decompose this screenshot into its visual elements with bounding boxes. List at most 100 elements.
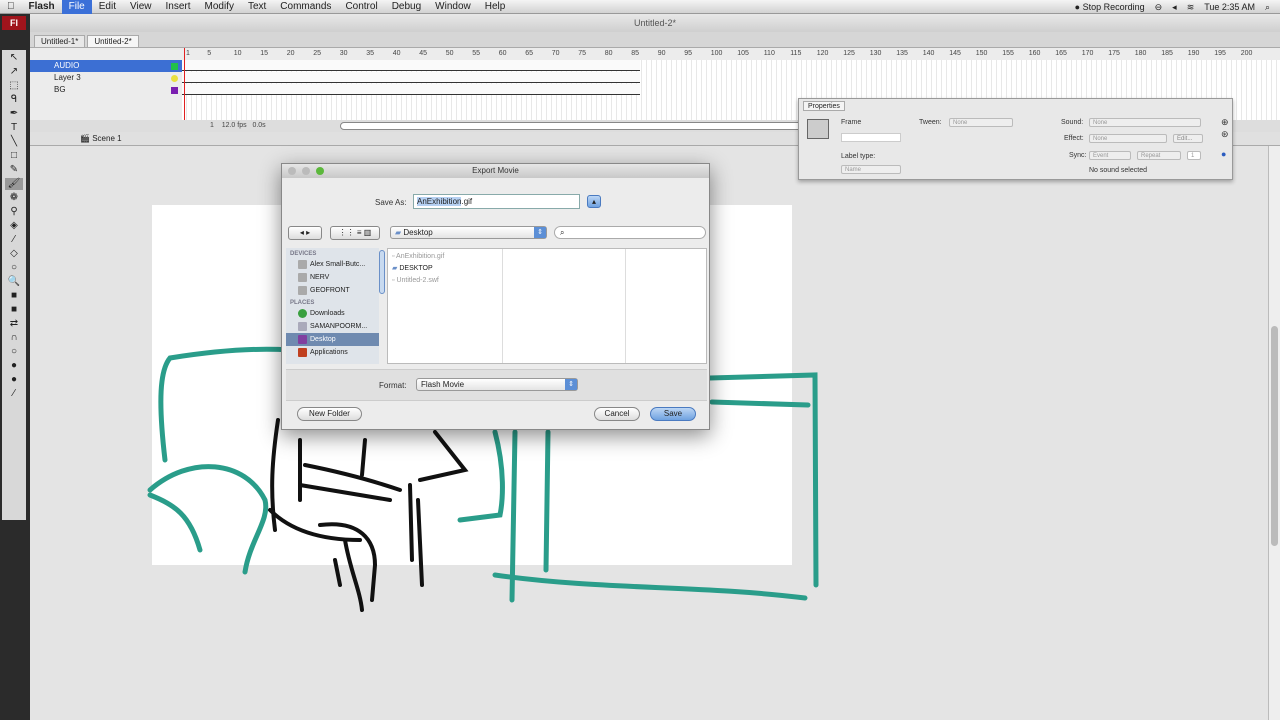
- bg-track-frames[interactable]: [182, 84, 640, 95]
- panel-option-icon[interactable]: ⊕: [1221, 117, 1229, 128]
- folder-item[interactable]: ▰ DESKTOP: [388, 263, 502, 275]
- save-button[interactable]: Save: [650, 407, 696, 421]
- back-forward-buttons[interactable]: ◂ ▸: [288, 226, 322, 240]
- swap-colors-icon[interactable]: ⇄: [5, 318, 23, 330]
- cancel-button[interactable]: Cancel: [594, 407, 640, 421]
- repeat-dropdown[interactable]: Repeat: [1137, 151, 1181, 160]
- stop-recording-button[interactable]: ● Stop Recording: [1075, 0, 1145, 14]
- pencil-tool-icon[interactable]: ✎: [5, 164, 23, 176]
- location-dropdown[interactable]: ▰ Desktop ⇕: [390, 226, 547, 239]
- sidebar-item-applications[interactable]: Applications: [286, 346, 379, 359]
- pen-tool-icon[interactable]: ✒: [5, 108, 23, 120]
- sidebar-item-device[interactable]: NERV: [286, 271, 379, 284]
- save-as-input[interactable]: AnExhibition.gif: [413, 194, 580, 209]
- deco-tool-icon[interactable]: ❁: [5, 192, 23, 204]
- menu-view[interactable]: View: [123, 0, 159, 14]
- brush-shape-icon[interactable]: ●: [5, 374, 23, 386]
- sidebar-item-device[interactable]: GEOFRONT: [286, 284, 379, 297]
- layer3-track-frames[interactable]: [182, 72, 640, 83]
- frame-name-input[interactable]: [841, 133, 901, 142]
- zoom-tool-icon[interactable]: 🔍: [5, 276, 23, 288]
- edit-button[interactable]: Edit...: [1173, 134, 1203, 143]
- file-item[interactable]: ▫ AnExhibition.gif: [388, 251, 502, 263]
- stage-vertical-scrollbar[interactable]: [1268, 146, 1280, 720]
- volume-icon[interactable]: ◂: [1172, 0, 1177, 14]
- clock[interactable]: Tue 2:35 AM: [1204, 0, 1255, 14]
- menu-modify[interactable]: Modify: [198, 0, 241, 14]
- menu-help[interactable]: Help: [478, 0, 513, 14]
- menu-insert[interactable]: Insert: [158, 0, 197, 14]
- sidebar-item-device[interactable]: Alex Small-Butc...: [286, 258, 379, 271]
- transform-tool-icon[interactable]: ⬚: [5, 80, 23, 92]
- rectangle-tool-icon[interactable]: □: [5, 150, 23, 162]
- menu-text[interactable]: Text: [241, 0, 273, 14]
- bone-tool-icon[interactable]: ⚲: [5, 206, 23, 218]
- scene-label[interactable]: Scene 1: [92, 134, 121, 143]
- search-input[interactable]: ⌕: [554, 226, 706, 239]
- menu-app[interactable]: Flash: [22, 0, 62, 14]
- eraser-icon[interactable]: ◇: [5, 248, 23, 260]
- tab-untitled-2[interactable]: Untitled-2*: [87, 35, 139, 47]
- view-mode-buttons[interactable]: ⋮⋮ ≡ ▥: [330, 226, 380, 240]
- sidebar-item-desktop[interactable]: Desktop: [286, 333, 379, 346]
- help-icon[interactable]: ●: [1221, 149, 1226, 159]
- sync-dropdown[interactable]: Event: [1089, 151, 1131, 160]
- brush-tool-icon[interactable]: 🖌: [5, 178, 23, 190]
- text-tool-icon[interactable]: T: [5, 122, 23, 134]
- tween-dropdown[interactable]: None: [949, 118, 1013, 127]
- layer-bg[interactable]: BG: [30, 84, 182, 96]
- brush-size-icon[interactable]: ●: [5, 360, 23, 372]
- layer-color-swatch[interactable]: [171, 63, 178, 70]
- selection-tool-icon[interactable]: ↖: [5, 52, 23, 64]
- layer-3[interactable]: Layer 3: [30, 72, 182, 84]
- snap-icon[interactable]: ∩: [5, 332, 23, 344]
- wifi-icon[interactable]: ≋: [1187, 0, 1195, 14]
- subselection-tool-icon[interactable]: ↗: [5, 66, 23, 78]
- new-folder-button[interactable]: New Folder: [297, 407, 362, 421]
- frame-ruler[interactable]: 1 5 10 15 20 25 30 35 40 45 50 55 60 65 70 75 80 85 90 95 10…: [182, 48, 1280, 60]
- tab-untitled-1[interactable]: Untitled-1*: [34, 35, 86, 47]
- zoom-icon[interactable]: [316, 167, 324, 175]
- menu-control[interactable]: Control: [338, 0, 384, 14]
- menu-edit[interactable]: Edit: [92, 0, 123, 14]
- effect-dropdown[interactable]: None: [1089, 134, 1167, 143]
- sync-icon[interactable]: ⊖: [1155, 0, 1163, 14]
- layer-audio[interactable]: AUDIO: [30, 60, 182, 72]
- stroke-color-icon[interactable]: ■: [5, 290, 23, 302]
- frame-rate[interactable]: 12.0 fps: [222, 122, 247, 129]
- minimize-icon[interactable]: [302, 167, 310, 175]
- menu-window[interactable]: Window: [428, 0, 478, 14]
- menu-file[interactable]: File: [61, 0, 92, 14]
- frame-tick-label: 100: [710, 50, 723, 57]
- label-type-dropdown[interactable]: Name: [841, 165, 901, 174]
- sidebar-scrollbar[interactable]: [379, 250, 385, 294]
- menu-debug[interactable]: Debug: [385, 0, 428, 14]
- panel-option-icon[interactable]: ⊛: [1221, 129, 1229, 140]
- format-dropdown[interactable]: Flash Movie ⇕: [416, 378, 578, 391]
- audio-track-frames[interactable]: [182, 60, 640, 71]
- paint-bucket-icon[interactable]: ◈: [5, 220, 23, 232]
- sound-dropdown[interactable]: None: [1089, 118, 1201, 127]
- repeat-count-input[interactable]: 1: [1187, 151, 1201, 160]
- expand-dialog-button[interactable]: ▴: [587, 195, 601, 208]
- pressure-icon[interactable]: ∕: [5, 388, 23, 400]
- timeline-scrollbar[interactable]: [340, 122, 820, 130]
- hand-tool-icon[interactable]: ○: [5, 262, 23, 274]
- scrollbar-thumb[interactable]: [1271, 326, 1278, 546]
- line-tool-icon[interactable]: ╲: [5, 136, 23, 148]
- brush-mode-icon[interactable]: ○: [5, 346, 23, 358]
- menu-commands[interactable]: Commands: [273, 0, 338, 14]
- file-item[interactable]: ▫ Untitled-2.swf: [388, 275, 502, 287]
- fill-color-icon[interactable]: ■: [5, 304, 23, 316]
- spotlight-icon[interactable]: ⌕: [1265, 0, 1270, 14]
- frame-tick-label: 160: [1028, 50, 1041, 57]
- layer-color-swatch[interactable]: [171, 87, 178, 94]
- close-icon[interactable]: [288, 167, 296, 175]
- eyedropper-icon[interactable]: ⁄: [5, 234, 23, 246]
- sidebar-item-home[interactable]: SAMANPOORM...: [286, 320, 379, 333]
- apple-icon[interactable]: : [0, 0, 22, 14]
- sidebar-item-downloads[interactable]: Downloads: [286, 307, 379, 320]
- lasso-tool-icon[interactable]: ᑫ: [5, 94, 23, 106]
- layer-color-swatch[interactable]: [171, 75, 178, 82]
- properties-tab[interactable]: Properties: [803, 101, 845, 111]
